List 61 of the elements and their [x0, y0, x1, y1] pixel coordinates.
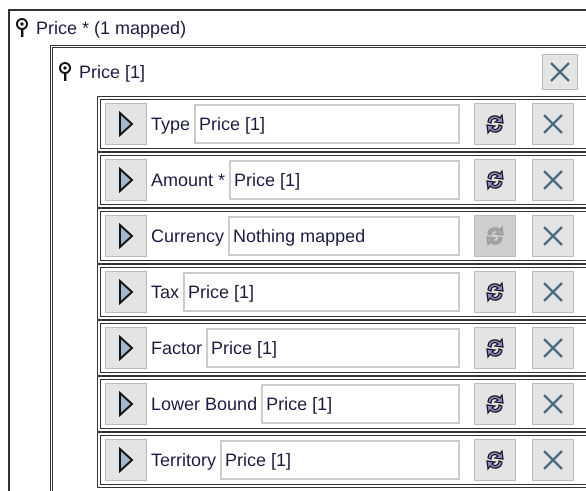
refresh-icon	[484, 280, 506, 304]
remove-button[interactable]	[532, 383, 574, 425]
close-icon	[541, 112, 565, 136]
triangle-icon	[118, 335, 134, 361]
expand-button[interactable]	[105, 103, 147, 145]
expand-button[interactable]	[105, 439, 147, 481]
mapping-field[interactable]: Price [1]	[229, 160, 460, 200]
field-label: Territory	[151, 448, 216, 472]
field-label: Factor	[151, 336, 202, 360]
entry-title: Price [1]	[79, 60, 146, 84]
close-icon	[541, 392, 565, 416]
refresh-button[interactable]	[474, 327, 516, 369]
field-label: Tax	[151, 280, 180, 304]
close-icon	[548, 60, 572, 84]
mapping-field[interactable]: Price [1]	[183, 272, 460, 312]
refresh-button[interactable]	[474, 271, 516, 313]
refresh-icon	[484, 224, 506, 248]
triangle-icon	[118, 111, 134, 137]
pin-icon	[16, 18, 28, 38]
triangle-icon	[118, 279, 134, 305]
field-label: Lower Bound	[151, 392, 258, 416]
close-icon	[541, 168, 565, 192]
expand-button[interactable]	[105, 327, 147, 369]
close-icon	[541, 280, 565, 304]
remove-button[interactable]	[532, 439, 574, 481]
refresh-icon	[484, 168, 506, 192]
mapping-field[interactable]: Price [1]	[220, 440, 460, 480]
close-icon	[541, 448, 565, 472]
triangle-icon	[118, 167, 134, 193]
triangle-icon	[118, 223, 134, 249]
refresh-button[interactable]	[474, 159, 516, 201]
close-icon	[541, 224, 565, 248]
expand-button[interactable]	[105, 159, 147, 201]
refresh-button[interactable]	[474, 103, 516, 145]
refresh-icon	[484, 448, 506, 472]
remove-button[interactable]	[532, 159, 574, 201]
pin-icon	[59, 62, 71, 82]
refresh-button[interactable]	[474, 439, 516, 481]
remove-button[interactable]	[542, 54, 578, 90]
mapping-field[interactable]: Price [1]	[206, 328, 460, 368]
remove-button[interactable]	[532, 103, 574, 145]
remove-button[interactable]	[532, 215, 574, 257]
expand-button[interactable]	[105, 271, 147, 313]
refresh-icon	[484, 112, 506, 136]
field-label: Currency	[151, 224, 224, 248]
field-label: Type	[151, 112, 190, 136]
mapping-field[interactable]: Nothing mapped	[228, 216, 460, 256]
refresh-button[interactable]	[474, 383, 516, 425]
expand-button[interactable]	[105, 215, 147, 257]
mapping-field[interactable]: Price [1]	[194, 104, 460, 144]
refresh-icon	[484, 392, 506, 416]
remove-button[interactable]	[532, 327, 574, 369]
refresh-icon	[484, 336, 506, 360]
group-title: Price * (1 mapped)	[36, 16, 186, 40]
close-icon	[541, 336, 565, 360]
remove-button[interactable]	[532, 271, 574, 313]
mapping-field[interactable]: Price [1]	[261, 384, 460, 424]
field-label: Amount *	[151, 168, 226, 192]
expand-button[interactable]	[105, 383, 147, 425]
triangle-icon	[118, 391, 134, 417]
triangle-icon	[118, 447, 134, 473]
